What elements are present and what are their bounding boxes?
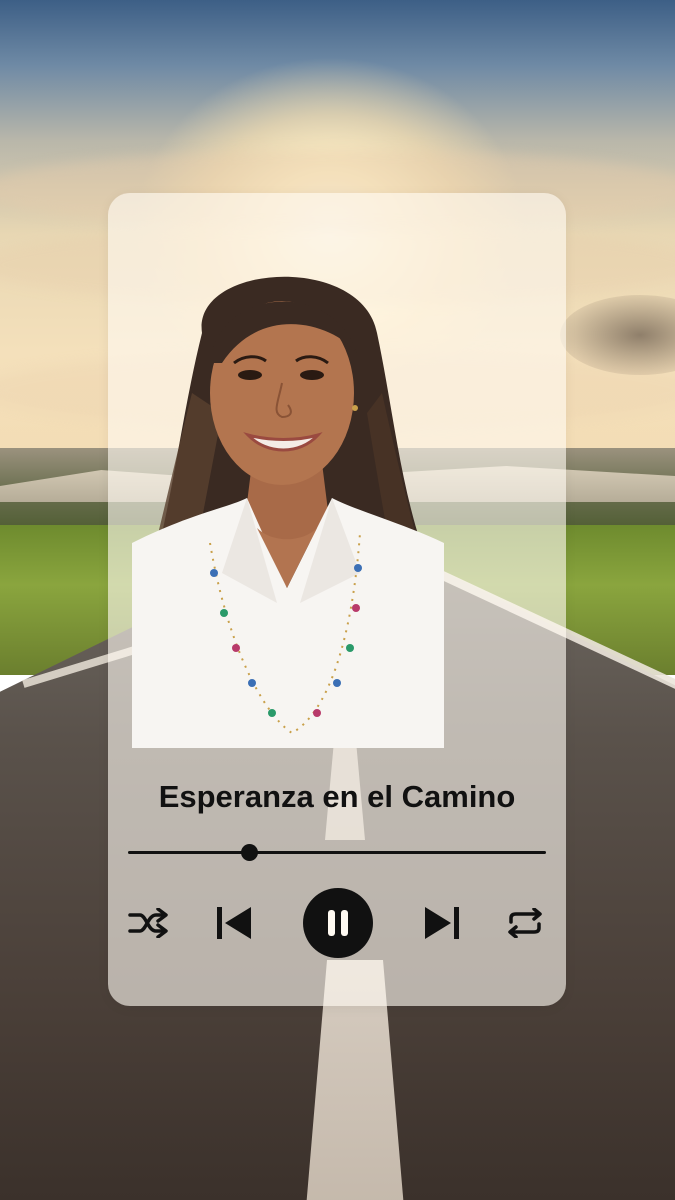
album-cover-portrait bbox=[132, 276, 444, 748]
track-title: Esperanza en el Camino bbox=[158, 779, 516, 814]
next-track-button[interactable] bbox=[420, 883, 464, 963]
shuffle-icon bbox=[128, 908, 168, 938]
playback-controls bbox=[108, 883, 566, 963]
repeat-icon bbox=[508, 908, 542, 938]
progress-track bbox=[128, 851, 546, 854]
album-cover bbox=[132, 243, 444, 748]
repeat-button[interactable] bbox=[500, 883, 550, 963]
progress-knob[interactable] bbox=[241, 844, 259, 861]
skip-next-icon bbox=[425, 907, 459, 939]
skip-previous-icon bbox=[217, 907, 251, 939]
progress-bar[interactable] bbox=[128, 843, 546, 863]
pause-icon bbox=[303, 888, 373, 958]
music-player-card: Esperanza en el Camino bbox=[108, 193, 566, 1006]
pause-button[interactable] bbox=[301, 883, 375, 963]
shuffle-button[interactable] bbox=[124, 883, 172, 963]
previous-track-button[interactable] bbox=[212, 883, 256, 963]
